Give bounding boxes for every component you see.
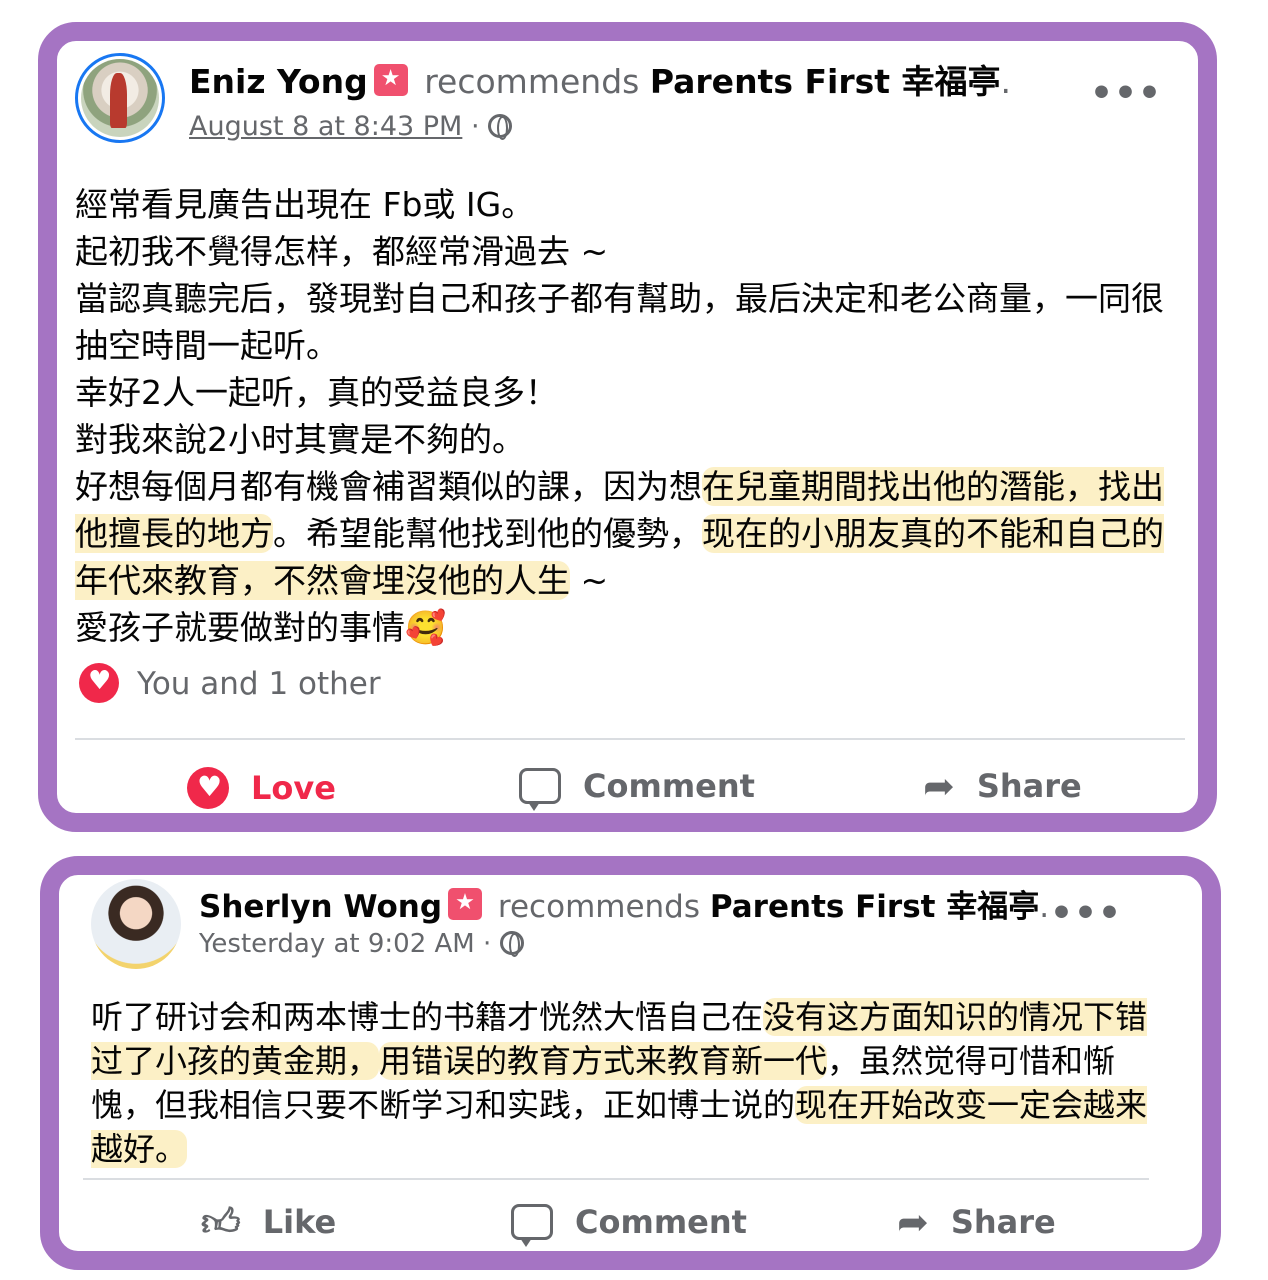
body-line: 幸好2人一起听，真的受益良多！ [75, 373, 558, 412]
page-suffix: . [1039, 889, 1050, 925]
more-icon[interactable]: ••• [1050, 893, 1122, 934]
comment-button[interactable]: Comment [511, 1203, 747, 1247]
recommends-text: recommends [424, 62, 640, 101]
like-icon: 👍︎ [201, 1200, 241, 1244]
author-name[interactable]: Eniz Yong [189, 62, 368, 101]
recommend-badge-icon [448, 888, 483, 920]
body-line: 對我來說2小时其實是不夠的。 [75, 420, 525, 459]
page-name[interactable]: Parents First 幸福亭 [710, 889, 1039, 925]
timestamp[interactable]: Yesterday at 9:02 AM [199, 929, 475, 959]
more-icon[interactable]: ••• [1090, 73, 1162, 114]
post-card-eniz: Eniz Yong recommends Parents First 幸福亭. … [38, 22, 1217, 832]
recommend-badge-icon [373, 64, 408, 96]
post-body: 听了研讨会和两本博士的书籍才恍然大悟自己在没有这方面知识的情况下错过了小孩的黄金… [91, 995, 1151, 1171]
globe-icon [499, 931, 524, 957]
body-line: 經常看見廣告出現在 Fb或 IG。 [75, 185, 535, 224]
heart-icon [79, 663, 119, 703]
avatar[interactable] [91, 879, 181, 969]
like-label: Like [262, 1203, 337, 1241]
recommends-text: recommends [497, 889, 701, 925]
meta-separator: · [483, 929, 492, 959]
divider [83, 1178, 1149, 1180]
post-header: Sherlyn Wong recommends Parents First 幸福… [199, 881, 1049, 926]
body-paragraph: 好想每個月都有機會補習類似的課，因为想在兒童期間找出他的潛能，找出他擅長的地方。… [75, 463, 1185, 604]
share-label: Share [976, 767, 1082, 805]
body-text-span: ~ [570, 561, 609, 600]
highlighted-text: 用错误的教育方式来教育新一代 [379, 1042, 828, 1080]
body-paragraph: 听了研讨会和两本博士的书籍才恍然大悟自己在没有这方面知识的情况下错过了小孩的黄金… [91, 995, 1151, 1171]
body-line: 愛孩子就要做對的事情🥰 [75, 608, 447, 647]
comment-icon [519, 768, 561, 811]
page-suffix: . [1000, 62, 1012, 101]
reaction-summary[interactable]: You and 1 other [79, 663, 381, 703]
comment-icon [511, 1204, 553, 1247]
globe-icon [488, 114, 513, 140]
post-body: 經常看見廣告出現在 Fb或 IG。 起初我不覺得怎样，都經常滑過去 ~ 當認真聽… [75, 181, 1185, 651]
avatar[interactable] [75, 53, 165, 143]
comment-label: Comment [575, 1203, 747, 1241]
share-label: Share [950, 1203, 1056, 1241]
post-meta: Yesterday at 9:02 AM · [199, 929, 524, 959]
body-text-span: 听了研讨会和两本博士的书籍才恍然大悟自己在 [91, 998, 764, 1036]
like-button[interactable]: 👍︎ Like [201, 1203, 336, 1241]
body-line: 起初我不覺得怎样，都經常滑過去 ~ [75, 232, 609, 271]
share-button[interactable]: ➦ Share [923, 767, 1082, 805]
reaction-text: You and 1 other [137, 666, 381, 702]
divider [75, 738, 1185, 740]
body-text-span: 。希望能幫他找到他的優勢， [273, 514, 702, 553]
timestamp[interactable]: August 8 at 8:43 PM [189, 111, 462, 142]
comment-label: Comment [583, 767, 755, 805]
post-card-sherlyn: Sherlyn Wong recommends Parents First 幸福… [40, 856, 1221, 1270]
body-text-span: 好想每個月都有機會補習類似的課，因为想 [75, 467, 702, 506]
comment-button[interactable]: Comment [519, 767, 755, 811]
meta-separator: · [470, 111, 480, 142]
author-name[interactable]: Sherlyn Wong [199, 889, 442, 925]
share-icon: ➦ [897, 1200, 929, 1244]
love-button[interactable]: Love [187, 767, 336, 809]
heart-icon [187, 767, 229, 809]
page-name[interactable]: Parents First 幸福亭 [650, 62, 1001, 101]
body-line: 當認真聽完后，發現對自己和孩子都有幫助，最后決定和老公商量，一同很抽空時間一起听… [75, 279, 1164, 365]
share-icon: ➦ [923, 764, 955, 808]
share-button[interactable]: ➦ Share [897, 1203, 1056, 1241]
post-header: Eniz Yong recommends Parents First 幸福亭. [189, 55, 1011, 103]
post-meta: August 8 at 8:43 PM · [189, 111, 513, 142]
love-label: Love [251, 769, 336, 807]
